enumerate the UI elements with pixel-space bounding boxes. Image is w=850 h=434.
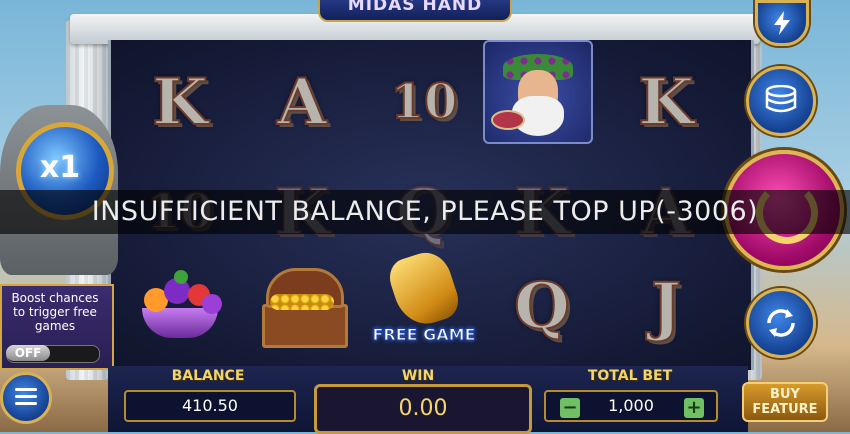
menu-button[interactable] [0, 372, 52, 424]
autoplay-button[interactable] [746, 288, 816, 358]
fruit-bowl-symbol [130, 268, 230, 348]
reel-symbol: K [125, 56, 235, 148]
reel-symbol: J [611, 260, 721, 352]
free-game-symbol: FREE GAME [372, 246, 476, 348]
bet-settings-button[interactable] [746, 66, 816, 136]
symbol-q: Q [513, 268, 571, 345]
turbo-button[interactable] [755, 0, 809, 46]
autoplay-icon [767, 309, 795, 337]
free-game-label: FREE GAME [372, 325, 476, 345]
lightning-icon [774, 11, 790, 35]
menu-icon [15, 388, 37, 391]
total-bet-label: TOTAL BET [587, 368, 673, 384]
balance-value: 410.50 [124, 390, 296, 422]
treasure-chest-symbol [252, 264, 352, 348]
golden-hand-icon [384, 246, 464, 332]
reel-symbol [247, 260, 357, 352]
symbol-10: 10 [390, 73, 459, 131]
game-title: MIDAS HAND [318, 0, 512, 22]
reel-symbol [125, 262, 235, 354]
midas-king-symbol [483, 40, 593, 144]
menu-icon-line [15, 402, 37, 405]
symbol-a: A [276, 64, 328, 141]
buy-feature-button[interactable]: BUY FEATURE [742, 382, 828, 422]
symbol-k: K [637, 64, 695, 141]
coin-stack-icon [765, 85, 797, 113]
boost-text: Boost chances to trigger free games [11, 291, 99, 333]
win-value: 0.00 [314, 384, 532, 434]
reel-symbol: FREE GAME [369, 246, 479, 348]
win-label: WIN [401, 368, 435, 384]
reel-symbol [483, 40, 593, 144]
decrease-bet-button[interactable]: − [560, 398, 580, 418]
menu-icon-line [15, 395, 37, 398]
symbol-j: J [650, 268, 682, 345]
increase-bet-button[interactable]: + [684, 398, 704, 418]
multiplier-value: x1 [39, 150, 81, 185]
error-message: INSUFFICIENT BALANCE, PLEASE TOP UP(-300… [91, 196, 759, 227]
balance-label: BALANCE [171, 368, 245, 384]
reel-symbol: Q [487, 260, 597, 352]
symbol-k: K [151, 64, 209, 141]
reel-symbol: 10 [369, 56, 479, 148]
reel-symbol: K [611, 56, 721, 148]
boost-toggle-label[interactable]: OFF [6, 345, 50, 361]
reel-symbol: A [247, 56, 357, 148]
